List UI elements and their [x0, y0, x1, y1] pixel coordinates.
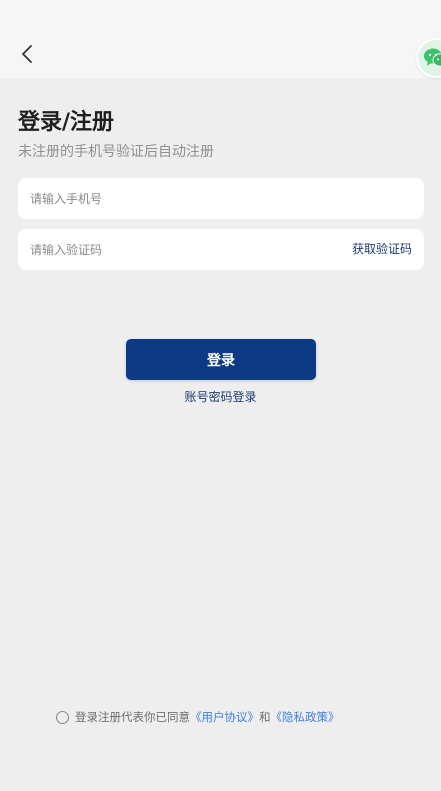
agreement-text: 登录注册代表你已同意 — [75, 710, 190, 724]
code-field: 获取验证码 — [18, 229, 424, 270]
agreement-radio[interactable] — [56, 710, 69, 724]
page-subtitle: 未注册的手机号验证后自动注册 — [18, 144, 214, 160]
wechat-icon — [424, 48, 441, 67]
page-title: 登录/注册 — [18, 110, 115, 135]
password-login-link[interactable]: 账号密码登录 — [0, 388, 441, 405]
phone-field — [18, 178, 424, 219]
get-code-button[interactable]: 获取验证码 — [352, 229, 412, 270]
privacy-policy-link[interactable]: 《隐私政策》 — [271, 709, 340, 725]
user-agreement-link[interactable]: 《用户协议》 — [190, 709, 259, 725]
phone-input[interactable] — [30, 178, 330, 219]
agreement-row: 登录注册代表你已同意 《用户协议》 和 《隐私政策》 — [56, 708, 340, 726]
agreement-conjunction: 和 — [259, 710, 271, 724]
verification-code-input[interactable] — [30, 229, 330, 270]
login-button[interactable]: 登录 — [126, 339, 316, 380]
top-bar — [0, 0, 441, 78]
back-button[interactable] — [14, 40, 40, 68]
chevron-left-icon — [22, 45, 32, 63]
